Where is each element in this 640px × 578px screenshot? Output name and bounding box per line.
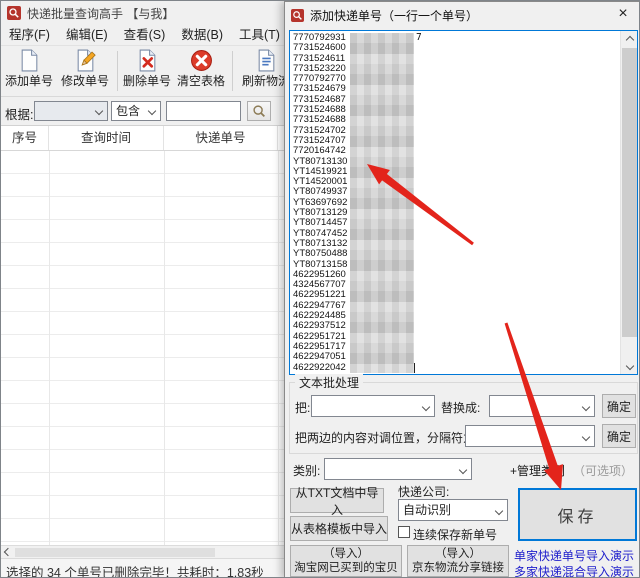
chevron-down-icon	[422, 403, 430, 411]
clear-table-icon	[190, 49, 213, 72]
menu-item[interactable]: 查看(S)	[116, 25, 174, 46]
add-number-button[interactable]: 添加单号	[3, 48, 55, 95]
column-divider	[49, 151, 50, 545]
optional-hint: （可选项）	[573, 462, 633, 479]
toolbar-separator	[117, 51, 118, 91]
vertical-scrollbar[interactable]	[620, 31, 637, 374]
app-icon	[7, 6, 21, 20]
company-combobox[interactable]: 自动识别	[398, 499, 508, 521]
scroll-left-icon	[4, 548, 12, 556]
column-divider	[278, 151, 279, 545]
chevron-down-icon	[148, 107, 156, 115]
replace-confirm-button[interactable]: 确定	[602, 394, 636, 418]
scrollbar-thumb[interactable]	[622, 48, 637, 337]
add-numbers-dialog: 添加快递单号（一行一个单号） × 77707929317731524600773…	[284, 1, 640, 578]
import-txt-button[interactable]: 从TXT文档中导入	[290, 488, 384, 513]
swap-confirm-button[interactable]: 确定	[602, 424, 636, 448]
import-jd-line2: 京东物流分享链接	[412, 561, 504, 575]
filter-field-combobox[interactable]	[34, 101, 108, 121]
menu-item[interactable]: 数据(B)	[173, 25, 231, 46]
category-label: 类别:	[293, 462, 320, 479]
menu-item[interactable]: 工具(T)	[231, 25, 288, 46]
delete-number-button[interactable]: 删除单号	[121, 48, 173, 95]
chevron-down-icon	[582, 433, 590, 441]
edit-number-button[interactable]: 修改单号	[59, 48, 111, 95]
refresh-logistics-icon	[255, 49, 278, 72]
replace-to-label: 替换成:	[441, 399, 480, 416]
dialog-icon	[291, 9, 304, 22]
toolbar-button-label: 修改单号	[59, 72, 111, 89]
menu-item[interactable]: 程序(F)	[1, 25, 58, 46]
import-jd-button[interactable]: （导入） 京东物流分享链接	[407, 545, 509, 577]
tracking-number-line: 4622947051	[293, 352, 619, 362]
search-input[interactable]	[166, 101, 241, 121]
manage-category-link[interactable]: +管理类别	[510, 462, 565, 479]
scrollbar-thumb[interactable]	[15, 548, 215, 557]
multi-company-demo-link[interactable]: 多家快递混合导入演示	[514, 563, 634, 578]
continuous-save-label: 连续保存新单号	[413, 526, 497, 543]
censored-region	[350, 33, 414, 373]
filter-label: 根据:	[5, 104, 33, 123]
company-label: 快递公司:	[398, 483, 449, 500]
toolbar-button-label: 清空表格	[175, 72, 227, 89]
search-icon	[250, 103, 268, 119]
column-divider	[164, 151, 165, 545]
replace-from-label: 把:	[295, 399, 310, 416]
menu-item[interactable]: 编辑(E)	[58, 25, 116, 46]
save-button[interactable]: 保存	[518, 488, 637, 541]
import-taobao-button[interactable]: （导入） 淘宝网已买到的宝贝	[290, 545, 402, 577]
toolbar-button-label: 删除单号	[121, 72, 173, 89]
scroll-up-button[interactable]	[621, 31, 638, 48]
toolbar-separator	[232, 51, 233, 91]
tracking-number-line: 4622922042	[293, 363, 619, 373]
swap-label: 把两边的内容对调位置，分隔符为:	[295, 429, 478, 446]
import-template-button[interactable]: 从表格模板中导入	[290, 516, 388, 541]
category-combobox[interactable]	[324, 458, 472, 480]
dialog-titlebar: 添加快递单号（一行一个单号） ×	[285, 2, 640, 29]
chevron-down-icon	[459, 466, 467, 474]
batch-group-legend: 文本批处理	[295, 374, 363, 391]
continuous-save-checkbox[interactable]	[398, 526, 410, 538]
close-icon[interactable]: ×	[606, 2, 640, 28]
scroll-down-button[interactable]	[621, 357, 638, 374]
column-header-tracking-number[interactable]: 快递单号	[164, 126, 278, 150]
delete-document-icon	[136, 49, 159, 72]
tracking-numbers-textarea[interactable]: 7770792931773152460077315246117731523220…	[289, 30, 638, 375]
status-text: 选择的 34 个单号已删除完毕！共耗时：1.83秒	[6, 562, 264, 578]
import-taobao-line2: 淘宝网已买到的宝贝	[294, 561, 398, 575]
clear-table-button[interactable]: 清空表格	[175, 48, 227, 95]
edit-document-icon	[74, 49, 97, 72]
window-title: 快递批量查询高手 【与我】	[27, 5, 174, 22]
text-caret	[414, 363, 415, 373]
single-company-demo-link[interactable]: 单家快递单号导入演示	[514, 547, 634, 564]
replace-from-combobox[interactable]	[311, 395, 435, 417]
replace-to-combobox[interactable]	[489, 395, 595, 417]
line1-suffix: 7	[416, 33, 422, 43]
import-taobao-line1: （导入）	[323, 547, 369, 561]
swap-separator-combobox[interactable]	[465, 425, 595, 447]
tracking-number-line: YT80750488	[293, 249, 619, 259]
chevron-down-icon	[495, 507, 503, 515]
dialog-title: 添加快递单号（一行一个单号）	[310, 7, 478, 24]
import-jd-line1: （导入）	[435, 547, 481, 561]
search-button[interactable]	[247, 101, 271, 121]
tracking-number-list: 7770792931773152460077315246117731523220…	[293, 33, 619, 372]
scroll-down-icon	[625, 361, 633, 369]
column-header-query-time[interactable]: 查询时间	[49, 126, 164, 150]
screen: 快递批量查询高手 【与我】 程序(F)编辑(E)查看(S)数据(B)工具(T)公…	[0, 0, 640, 578]
chevron-down-icon	[582, 403, 590, 411]
column-header-index[interactable]: 序号	[1, 126, 49, 150]
scroll-up-icon	[625, 35, 633, 43]
filter-mode-combobox[interactable]: 包含	[111, 101, 161, 121]
toolbar-button-label: 添加单号	[3, 72, 55, 89]
chevron-down-icon	[95, 107, 103, 115]
add-document-icon	[18, 49, 41, 72]
